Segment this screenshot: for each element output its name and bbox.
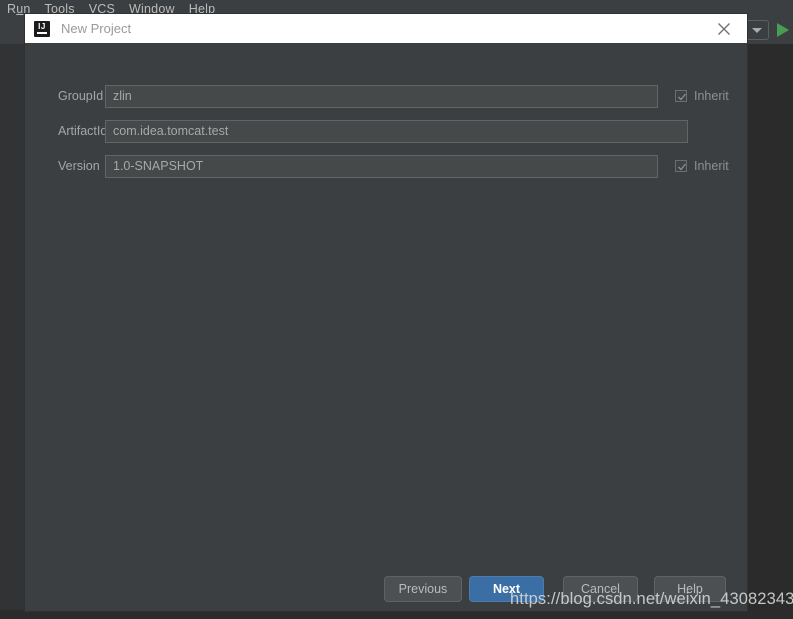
new-project-dialog: IJ New Project GroupId zlin Inherit Arti…	[25, 14, 747, 611]
run-button[interactable]	[775, 20, 791, 40]
version-inherit-label: Inherit	[694, 159, 729, 173]
close-icon	[718, 22, 730, 35]
groupid-inherit-checkbox[interactable]: Inherit	[675, 85, 729, 108]
check-icon	[678, 93, 687, 101]
ide-status-bar	[0, 610, 793, 619]
play-icon	[777, 23, 789, 37]
groupid-inherit-label: Inherit	[694, 89, 729, 103]
ide-left-toolwindow-bar	[0, 18, 25, 619]
check-icon	[678, 163, 687, 171]
intellij-idea-icon-bar	[37, 31, 47, 34]
checkbox-box	[675, 160, 687, 172]
version-input[interactable]: 1.0-SNAPSHOT	[105, 154, 658, 178]
checkbox-box	[675, 90, 687, 102]
close-button[interactable]	[701, 14, 747, 43]
groupid-input[interactable]: zlin	[105, 84, 658, 108]
previous-button[interactable]: Previous	[384, 576, 462, 602]
artifactid-input[interactable]: com.idea.tomcat.test	[105, 119, 688, 143]
dialog-content: GroupId zlin Inherit ArtifactId com.idea…	[25, 43, 747, 611]
ide-window: Run Tools VCS Window Help IJ New Project	[0, 0, 793, 619]
dialog-title-bar: IJ New Project	[25, 14, 747, 43]
chevron-down-icon	[752, 27, 762, 33]
watermark-url: https://blog.csdn.net/weixin_43082343	[510, 590, 793, 608]
version-inherit-checkbox[interactable]: Inherit	[675, 155, 729, 178]
dialog-title: New Project	[61, 21, 132, 36]
run-configuration-selector[interactable]	[745, 20, 769, 40]
intellij-idea-icon-text: IJ	[38, 21, 46, 31]
intellij-idea-icon: IJ	[34, 20, 50, 37]
